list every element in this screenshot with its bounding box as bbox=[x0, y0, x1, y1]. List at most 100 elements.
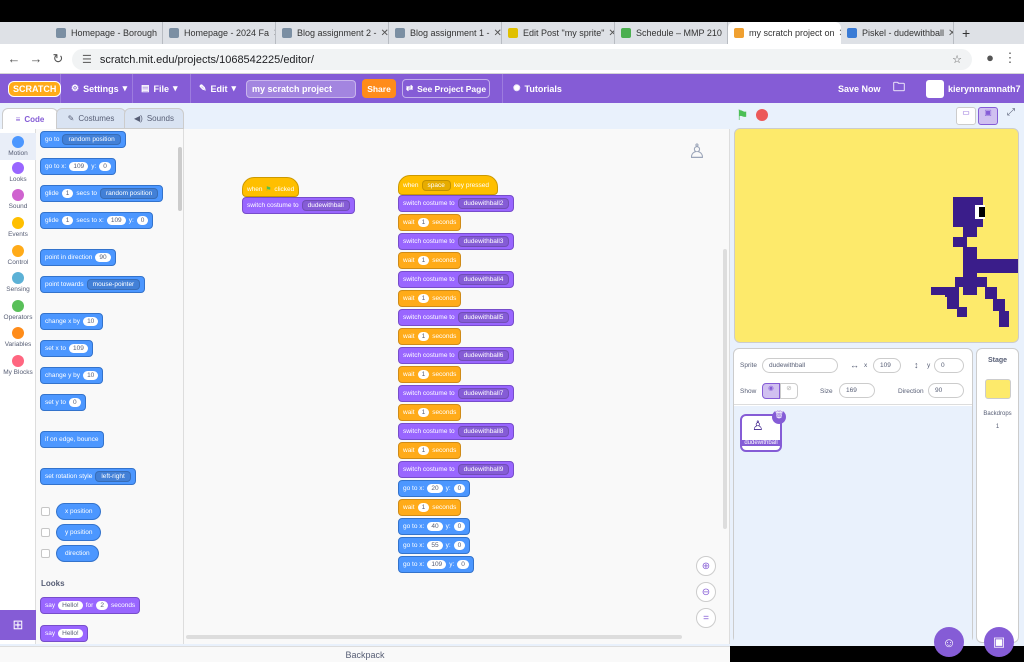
number-input[interactable]: 1 bbox=[417, 256, 430, 265]
number-input[interactable]: 0 bbox=[453, 484, 466, 493]
block-when-key-pressed[interactable]: when space key pressed bbox=[398, 175, 498, 195]
dropdown[interactable]: dudewithball3 bbox=[457, 236, 510, 247]
stop-icon[interactable] bbox=[756, 109, 768, 121]
block-switch-costume[interactable]: switch costume to dudewithball6 bbox=[398, 347, 515, 364]
close-icon[interactable]: ✕ bbox=[490, 28, 501, 39]
block-go-to[interactable]: go to random position bbox=[40, 131, 126, 148]
number-input[interactable]: 10 bbox=[83, 371, 99, 380]
dropdown[interactable]: dudewithball2 bbox=[457, 198, 510, 209]
block-switch-costume[interactable]: switch costume to dudewithball5 bbox=[398, 309, 515, 326]
number-input[interactable]: 109 bbox=[427, 560, 447, 569]
category-motion[interactable]: Motion bbox=[0, 133, 36, 160]
block-switch-costume[interactable]: switch costume to dudewithball3 bbox=[398, 233, 515, 250]
number-input[interactable]: 109 bbox=[68, 344, 88, 353]
settings-menu[interactable]: ⚙ Settings ▾ bbox=[60, 74, 127, 103]
number-input[interactable]: 0 bbox=[453, 541, 466, 550]
number-input[interactable]: 40 bbox=[427, 522, 443, 531]
category-variables[interactable]: Variables bbox=[0, 327, 36, 348]
dropdown[interactable]: space bbox=[421, 179, 451, 191]
back-icon[interactable]: ← bbox=[6, 51, 22, 66]
block-go-to-xy[interactable]: go to x: 55 y: 0 bbox=[398, 537, 471, 554]
block-change-x[interactable]: change x by 10 bbox=[40, 313, 104, 330]
my-stuff-folder-icon[interactable]: 🗀 bbox=[893, 74, 905, 103]
block-wait[interactable]: wait 1 seconds bbox=[398, 499, 462, 516]
block-wait[interactable]: wait 1 seconds bbox=[398, 252, 462, 269]
category-sound[interactable]: Sound bbox=[0, 189, 36, 210]
number-input[interactable]: 20 bbox=[427, 484, 443, 493]
block-bounce[interactable]: if on edge, bounce bbox=[40, 431, 104, 448]
tab-sounds[interactable]: ◀) Sounds bbox=[124, 108, 184, 129]
block-point-in-direction[interactable]: point in direction 90 bbox=[40, 249, 116, 266]
block-switch-costume[interactable]: switch costume to dudewithball bbox=[242, 197, 355, 214]
number-input[interactable]: 1 bbox=[417, 218, 430, 227]
number-input[interactable]: 1 bbox=[417, 370, 430, 379]
number-input[interactable]: 2 bbox=[96, 601, 108, 610]
block-glide[interactable]: glide 1 secs to random position bbox=[40, 185, 164, 202]
number-input[interactable]: 1 bbox=[417, 503, 430, 512]
block-wait[interactable]: wait 1 seconds bbox=[398, 328, 462, 345]
dropdown[interactable]: dudewithball7 bbox=[457, 388, 510, 399]
site-info-icon[interactable]: ☰ bbox=[82, 53, 92, 66]
dropdown[interactable]: random position bbox=[62, 134, 121, 145]
number-input[interactable]: 0 bbox=[453, 522, 466, 531]
sprite-y-input[interactable]: 0 bbox=[934, 358, 964, 373]
script-area[interactable]: ♙ when ⚑ clicked switch costume to dudewith… bbox=[184, 129, 730, 644]
checkbox[interactable] bbox=[41, 528, 50, 537]
dropdown[interactable]: dudewithball5 bbox=[457, 312, 510, 323]
browser-tab[interactable]: Piskel - dudewithball✕ bbox=[841, 22, 954, 44]
number-input[interactable]: 0 bbox=[457, 560, 469, 569]
show-visible-eye-icon[interactable]: ◉ bbox=[762, 383, 780, 399]
browser-tab[interactable]: Homepage - Borough✕ bbox=[50, 22, 163, 44]
close-icon[interactable]: ✕ bbox=[377, 28, 388, 39]
dropdown[interactable]: dudewithball6 bbox=[457, 350, 510, 361]
block-switch-costume[interactable]: switch costume to dudewithball2 bbox=[398, 195, 515, 212]
sprite-tile[interactable]: ♙ dudewithball 🗑 bbox=[740, 410, 786, 452]
small-stage-icon[interactable]: ▭ bbox=[956, 107, 976, 125]
stage-canvas[interactable] bbox=[734, 128, 1019, 343]
dropdown[interactable]: random position bbox=[99, 188, 159, 199]
edit-menu[interactable]: ✎ Edit ▾ bbox=[190, 74, 236, 103]
number-input[interactable]: 1 bbox=[61, 189, 74, 198]
category-operators[interactable]: Operators bbox=[0, 300, 36, 321]
url-field[interactable]: ☰ scratch.mit.edu/projects/1068542225/ed… bbox=[72, 49, 972, 70]
choose-backdrop-button[interactable]: ▣ bbox=[984, 627, 1014, 657]
block-switch-costume[interactable]: switch costume to dudewithball4 bbox=[398, 271, 515, 288]
dropdown[interactable]: dudewithball bbox=[301, 200, 350, 211]
block-go-to-xy[interactable]: go to x: 20 y: 0 bbox=[398, 480, 471, 497]
category-events[interactable]: Events bbox=[0, 217, 36, 238]
category-my-blocks[interactable]: My Blocks bbox=[0, 355, 36, 376]
fullscreen-icon[interactable]: ⤢ bbox=[1002, 107, 1020, 125]
number-input[interactable]: 90 bbox=[95, 253, 111, 262]
green-flag-icon[interactable]: ⚑ bbox=[736, 107, 749, 124]
choose-sprite-button[interactable]: ☺ bbox=[934, 627, 964, 657]
zoom-in-button[interactable]: ⊕ bbox=[696, 556, 716, 576]
category-control[interactable]: Control bbox=[0, 245, 36, 266]
reporter-direction[interactable]: direction bbox=[56, 545, 99, 562]
account-menu[interactable]: kierynnramnath7▾ bbox=[926, 74, 1024, 103]
text-input[interactable]: Hello! bbox=[58, 629, 83, 638]
block-say-for[interactable]: say Hello! for 2 seconds bbox=[40, 597, 141, 614]
block-go-to-xy[interactable]: go to x: 40 y: 0 bbox=[398, 518, 471, 535]
block-switch-costume[interactable]: switch costume to dudewithball7 bbox=[398, 385, 515, 402]
delete-trash-icon[interactable]: 🗑 bbox=[772, 410, 786, 424]
file-menu[interactable]: ▤ File ▾ bbox=[132, 74, 178, 103]
reporter-x-position[interactable]: x position bbox=[56, 503, 102, 520]
reporter-y-position[interactable]: y position bbox=[56, 524, 102, 541]
number-input[interactable]: 10 bbox=[83, 317, 99, 326]
browser-menu-icon[interactable]: ⋮ bbox=[1002, 50, 1018, 66]
dropdown[interactable]: mouse-pointer bbox=[86, 279, 141, 290]
tab-costumes[interactable]: ✎ Costumes bbox=[56, 108, 126, 129]
new-tab-button[interactable]: + bbox=[956, 22, 976, 44]
block-set-x[interactable]: set x to 109 bbox=[40, 340, 93, 357]
browser-tab-active[interactable]: my scratch project on✕ bbox=[728, 22, 841, 44]
sprite-x-input[interactable]: 109 bbox=[873, 358, 901, 373]
save-now-button[interactable]: Save Now bbox=[838, 74, 881, 103]
block-wait[interactable]: wait 1 seconds bbox=[398, 366, 462, 383]
scratch-logo[interactable]: SCRATCH bbox=[8, 74, 62, 103]
number-input[interactable]: 1 bbox=[417, 408, 430, 417]
block-wait[interactable]: wait 1 seconds bbox=[398, 290, 462, 307]
horizontal-scrollbar[interactable] bbox=[186, 635, 682, 639]
number-input[interactable]: 109 bbox=[69, 162, 89, 171]
browser-tab[interactable]: Blog assignment 1 - ✕ bbox=[389, 22, 502, 44]
dropdown[interactable]: dudewithball9 bbox=[457, 464, 510, 475]
